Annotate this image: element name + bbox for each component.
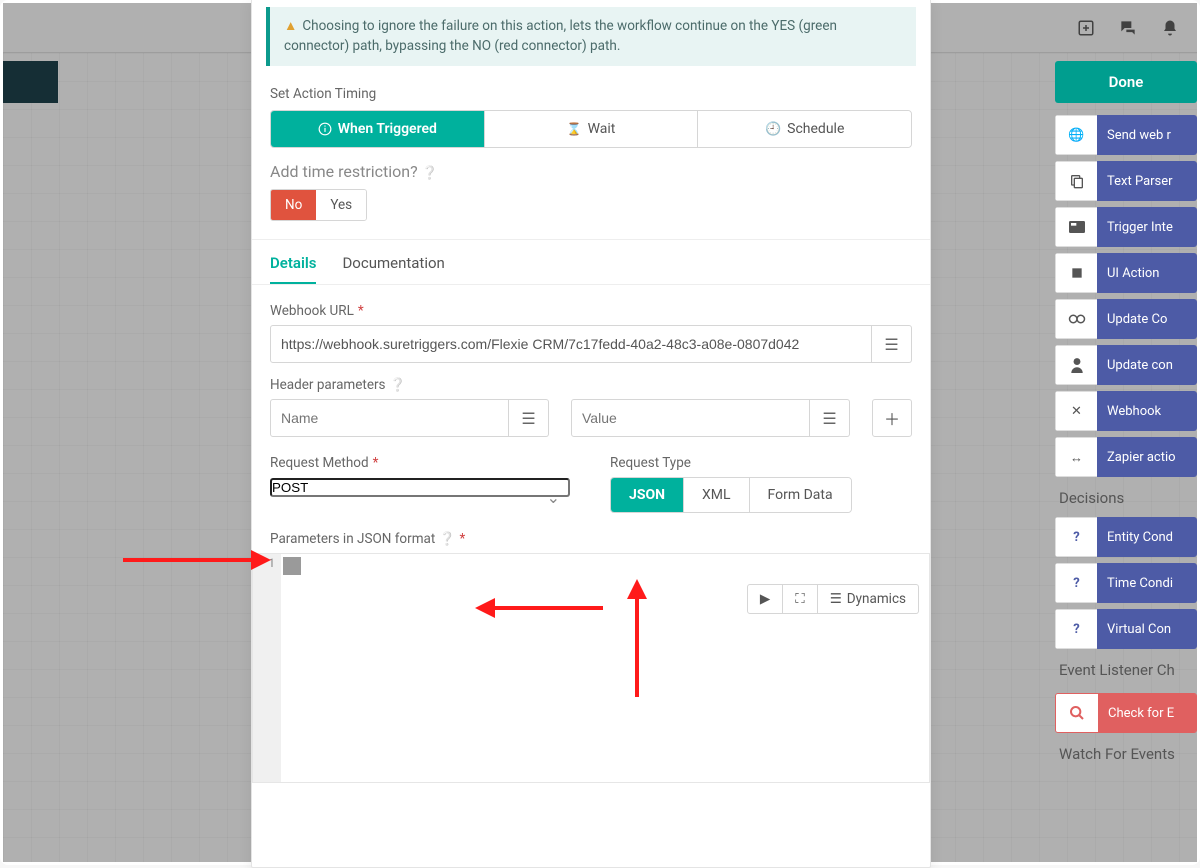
params-json-label: Parameters in JSON format ❔ *: [270, 531, 912, 547]
editor-gutter: 1: [253, 554, 281, 782]
chat-icon[interactable]: [1117, 17, 1139, 39]
shuffle-icon: ✕: [1055, 391, 1097, 431]
field-menu-button[interactable]: ☰: [872, 325, 912, 363]
dynamics-button[interactable]: ☰ Dynamics: [818, 584, 919, 614]
request-type-selector[interactable]: JSON XML Form Data: [610, 477, 852, 513]
header-name-input[interactable]: [270, 399, 509, 437]
help-icon[interactable]: ❔: [390, 378, 406, 393]
search-icon: [1056, 694, 1098, 732]
decision-label: Entity Cond: [1097, 517, 1197, 557]
add-icon[interactable]: [1075, 17, 1097, 39]
globe-icon: 🌐: [1055, 115, 1097, 155]
timing-wait[interactable]: ⌛ Wait: [484, 111, 698, 147]
watch-events-heading: Watch For Events: [1055, 739, 1197, 767]
action-item[interactable]: ↔ Zapier actio: [1055, 437, 1197, 477]
timing-selector[interactable]: When Triggered ⌛ Wait 🕘 Schedule: [270, 110, 912, 148]
action-label: UI Action: [1097, 253, 1197, 293]
restrict-toggle[interactable]: No Yes: [270, 189, 367, 221]
list-icon: ☰: [830, 591, 842, 607]
action-label: Update Co: [1097, 299, 1197, 339]
action-label: Send web r: [1097, 115, 1197, 155]
check-events-button[interactable]: Check for E: [1055, 693, 1197, 733]
header-value-input[interactable]: [571, 399, 810, 437]
action-config-modal: ▲Choosing to ignore the failure on this …: [251, 0, 931, 868]
config-tabs: Details Documentation: [252, 240, 930, 285]
request-type-json[interactable]: JSON: [611, 478, 683, 512]
action-label: Text Parser: [1097, 161, 1197, 201]
timing-schedule[interactable]: 🕘 Schedule: [697, 111, 911, 147]
clock-icon: 🕘: [765, 121, 781, 137]
timing-when-triggered[interactable]: When Triggered: [271, 111, 484, 147]
action-item[interactable]: Trigger Inte: [1055, 207, 1197, 247]
annotation-arrow: [619, 577, 655, 701]
square-icon: [1055, 253, 1097, 293]
decision-item[interactable]: ? Time Condi: [1055, 563, 1197, 603]
check-label: Check for E: [1098, 694, 1196, 732]
editor-cursor: [283, 557, 301, 575]
time-restriction-label: Add time restriction? ❔: [270, 162, 438, 181]
info-banner: ▲Choosing to ignore the failure on this …: [266, 7, 916, 66]
request-method-label: Request Method*: [270, 455, 570, 471]
user-icon: [1055, 345, 1097, 385]
decision-label: Time Condi: [1097, 563, 1197, 603]
webhook-url-input[interactable]: [270, 325, 872, 363]
play-button[interactable]: ▶: [747, 584, 783, 614]
action-label: Zapier actio: [1097, 437, 1197, 477]
action-item[interactable]: Update con: [1055, 345, 1197, 385]
bell-icon[interactable]: [1159, 17, 1181, 39]
info-circle-icon: [318, 122, 332, 136]
decision-item[interactable]: ? Entity Cond: [1055, 517, 1197, 557]
annotation-arrow: [473, 590, 603, 630]
header-params-label: Header parameters ❔: [270, 377, 912, 393]
action-item[interactable]: Text Parser: [1055, 161, 1197, 201]
info-text: Choosing to ignore the failure on this a…: [284, 18, 837, 54]
decisions-heading: Decisions: [1055, 483, 1197, 511]
done-button[interactable]: Done: [1055, 61, 1197, 103]
restrict-no[interactable]: No: [271, 190, 316, 220]
expand-icon: ⛶: [795, 591, 804, 607]
json-editor[interactable]: 1 ▶ ⛶ ☰ Dynamics: [252, 553, 930, 783]
decision-item[interactable]: ? Virtual Con: [1055, 609, 1197, 649]
help-icon[interactable]: ❔: [439, 532, 455, 547]
add-header-button[interactable]: ＋: [872, 399, 912, 437]
copy-icon: [1055, 161, 1097, 201]
tab-documentation[interactable]: Documentation: [342, 254, 444, 284]
question-icon: ?: [1055, 609, 1097, 649]
hourglass-icon: ⌛: [567, 122, 582, 136]
request-method-select[interactable]: [270, 478, 570, 497]
field-menu-button[interactable]: ☰: [509, 399, 549, 437]
request-type-label: Request Type: [610, 455, 852, 471]
question-icon: ?: [1055, 563, 1097, 603]
actions-sidebar: Done 🌐 Send web r Text Parser Trigger In…: [1055, 61, 1197, 767]
action-item[interactable]: 🌐 Send web r: [1055, 115, 1197, 155]
tab-details[interactable]: Details: [270, 254, 316, 284]
left-panel-tab[interactable]: [3, 61, 58, 103]
card-icon: [1055, 207, 1097, 247]
annotation-arrow: [123, 542, 273, 582]
request-type-xml[interactable]: XML: [683, 478, 749, 512]
question-icon: ?: [1055, 517, 1097, 557]
action-item[interactable]: UI Action: [1055, 253, 1197, 293]
warning-icon: ▲: [284, 18, 297, 34]
request-type-form[interactable]: Form Data: [749, 478, 851, 512]
action-label: Webhook: [1097, 391, 1197, 431]
action-label: Update con: [1097, 345, 1197, 385]
action-item[interactable]: Update Co: [1055, 299, 1197, 339]
expand-button[interactable]: ⛶: [783, 584, 817, 614]
harr-icon: ↔: [1055, 437, 1097, 477]
restrict-yes[interactable]: Yes: [316, 190, 366, 220]
action-item[interactable]: ✕ Webhook: [1055, 391, 1197, 431]
webhook-url-label: Webhook URL*: [270, 303, 912, 319]
gears-icon: [1055, 299, 1097, 339]
timing-label: Set Action Timing: [270, 86, 912, 102]
field-menu-button[interactable]: ☰: [810, 399, 850, 437]
event-listener-heading: Event Listener Ch: [1055, 655, 1197, 683]
decision-label: Virtual Con: [1097, 609, 1197, 649]
action-label: Trigger Inte: [1097, 207, 1197, 247]
play-icon: ▶: [760, 591, 770, 607]
help-icon[interactable]: ❔: [422, 166, 438, 181]
